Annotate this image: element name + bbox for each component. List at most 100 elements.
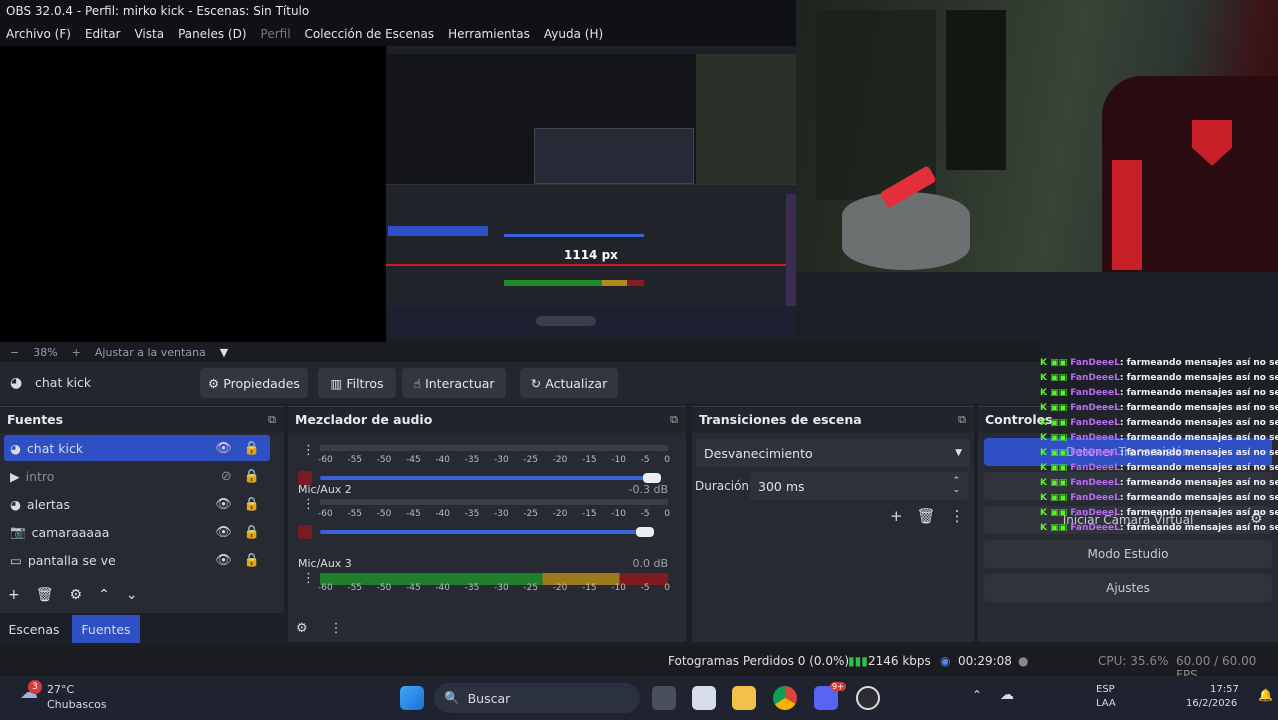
duration-input[interactable]: 300 ms ⌃ ⌄ [750,472,968,500]
menu-herramientas[interactable]: Herramientas [448,27,530,41]
tab-sources[interactable]: Fuentes [72,615,140,643]
chat-text: : farmeando mensajes así no se inactiva [1119,403,1278,413]
trash-icon[interactable]: 🗑 [36,587,54,603]
source-item-alertas[interactable]: ◕ alertas 👁 🔒 [4,491,270,517]
volume-slider[interactable] [320,476,654,480]
tick-label: -60 [318,583,333,593]
chat-message: K ▣▣ FanDeeeL: farmeando mensajes así no… [1040,401,1278,416]
frames-dropped: Fotogramas Perdidos 0 (0.0%) [668,654,850,668]
notification-icon[interactable]: 🔔 [1258,688,1273,702]
mixer-settings-icon[interactable]: ⚙ [296,621,308,636]
chevron-up-icon[interactable]: ⌃ [972,688,982,702]
transition-select[interactable]: Desvanecimiento ▼ [696,439,970,467]
menu-vista[interactable]: Vista [134,27,164,41]
kick-badge-icon: K ▣▣ [1040,478,1071,488]
move-down-icon[interactable]: ⌄ [126,587,138,603]
kick-badge-icon: K ▣▣ [1040,358,1071,368]
eye-icon[interactable]: 👁 [215,525,232,540]
zoom-mode[interactable]: Ajustar a la ventana [95,346,206,359]
tab-scenes[interactable]: Escenas [4,615,64,643]
clock-date[interactable]: 16/2/2026 [1186,698,1237,709]
eye-hidden-icon[interactable]: ⊘ [221,469,232,484]
search-box[interactable]: 🔍 Buscar [434,683,640,713]
add-icon[interactable]: + [8,587,20,603]
record-icon: ● [1018,654,1029,668]
chat-user: FanDeeeL [1070,448,1120,458]
lock-icon[interactable]: 🔒 [244,497,260,512]
volume-slider-handle[interactable] [643,473,662,483]
zoom-out-button[interactable]: − [10,346,19,359]
clock-time[interactable]: 17:57 [1210,684,1239,695]
cloud-icon[interactable]: ☁ [1000,687,1014,703]
source-name: pantalla se ve [27,552,116,568]
obs-icon[interactable] [856,686,880,710]
zoom-mode-chevron-icon[interactable]: ▼ [220,346,228,359]
file-explorer-icon[interactable] [732,686,756,710]
eye-icon[interactable]: 👁 [215,553,232,568]
volume-slider-handle[interactable] [636,527,655,537]
kick-badge-icon: K ▣▣ [1040,373,1071,383]
tick-label: -30 [493,583,509,593]
task-view-icon[interactable] [652,686,676,710]
chevron-down-icon: ▼ [955,448,962,458]
lock-icon[interactable]: 🔒 [244,525,260,540]
source-item-intro[interactable]: ▶ intro ⊘ 🔒 [4,463,270,489]
tick-label: -45 [405,583,421,593]
source-item-camaraaaaa[interactable]: 📷 camaraaaaa 👁 🔒 [4,519,270,545]
menu-archivo[interactable]: Archivo (F) [6,27,71,41]
eye-icon[interactable]: 👁 [215,497,232,512]
menu-paneles[interactable]: Paneles (D) [178,27,246,41]
refresh-button[interactable]: ↻ Actualizar [520,368,618,398]
eye-icon[interactable]: 👁 [215,441,232,456]
dock-popout-icon[interactable]: ⧉ [268,407,276,433]
filters-button[interactable]: ▥ Filtros [318,368,396,398]
preview-canvas[interactable] [0,46,386,342]
interact-button[interactable]: ☝ Interactuar [402,368,506,398]
tick-label: -30 [493,455,509,465]
gear-icon[interactable]: ⚙ [70,587,83,603]
globe-icon: ◕ [10,375,23,391]
menu-perfil[interactable]: Perfil [261,27,291,41]
mute-button[interactable] [298,525,312,539]
windows-start-icon[interactable] [400,686,424,710]
lang-label[interactable]: ESP [1096,684,1115,695]
properties-button[interactable]: ⚙ Propiedades [200,368,308,398]
mixer-menu-icon[interactable]: ⋮ [330,621,343,636]
lock-icon[interactable]: 🔒 [244,553,260,568]
tick-label: -45 [405,455,421,465]
menu-ayuda[interactable]: Ayuda (H) [544,27,603,41]
menu-coleccion-escenas[interactable]: Colección de Escenas [305,27,435,41]
refresh-icon: ↻ [530,375,542,391]
chat-text: : farmeando mensajes así no se inactiva [1119,448,1278,458]
kick-badge-icon: K ▣▣ [1040,463,1071,473]
lock-icon[interactable]: 🔒 [244,441,260,456]
tick-label: -25 [523,509,538,519]
channel-menu-icon[interactable]: ⋮ [302,443,315,458]
channel-menu-icon[interactable]: ⋮ [302,497,315,512]
menu-icon[interactable]: ⋮ [950,507,965,525]
play-icon: ▶ [10,468,20,484]
channel-menu-icon[interactable]: ⋮ [302,571,315,586]
spinner-icon[interactable]: ⌃ ⌄ [952,477,960,495]
store-icon[interactable] [692,686,716,710]
move-up-icon[interactable]: ⌃ [98,587,110,603]
nested-measure-label: 1114 px [564,248,618,262]
signal-icon: ▮▮▮ [848,654,868,668]
lock-icon[interactable]: 🔒 [244,469,260,484]
chrome-icon[interactable] [773,686,797,710]
zoom-in-button[interactable]: + [72,346,81,359]
interact-label: Interactuar [425,375,495,391]
status-bar: Fotogramas Perdidos 0 (0.0%) ▮▮▮ 2146 kb… [0,646,1278,682]
source-item-pantalla[interactable]: ▭ pantalla se ve 👁 🔒 [4,547,270,573]
chat-message: K ▣▣ FanDeeeL: farmeando mensajes así no… [1040,431,1278,446]
menu-editar[interactable]: Editar [85,27,121,41]
meter-ticks: -60 -55 -50 -45 -40 -35 -30 -25 -20 -15 -10 -5 0 [318,509,670,519]
dock-popout-icon[interactable]: ⧉ [670,407,678,433]
dock-popout-icon[interactable]: ⧉ [958,407,966,433]
volume-slider[interactable] [320,530,647,534]
source-item-chat-kick[interactable]: ◕ chat kick 👁 🔒 [4,435,270,461]
add-icon[interactable]: + [890,507,903,525]
tick-label: -25 [523,583,538,593]
trash-icon[interactable]: 🗑 [917,507,936,525]
sources-title: Fuentes [7,412,64,427]
